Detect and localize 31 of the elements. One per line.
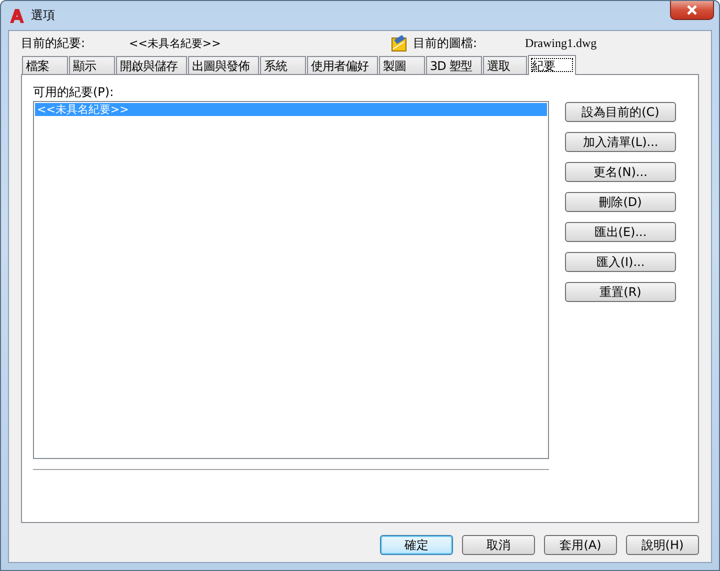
- close-icon: [687, 5, 697, 15]
- action-button[interactable]: 匯入(I)...: [565, 252, 676, 272]
- drawing-file-icon: [391, 34, 407, 52]
- action-button[interactable]: 設為目前的(C): [565, 102, 676, 122]
- tab[interactable]: 製圖: [379, 56, 425, 74]
- tab[interactable]: 紀要: [528, 55, 576, 75]
- current-drawing-value: Drawing1.dwg: [525, 36, 597, 50]
- action-button[interactable]: 匯出(E)...: [565, 222, 676, 242]
- dialog-button[interactable]: 確定: [380, 535, 453, 555]
- close-button[interactable]: [670, 1, 714, 20]
- action-button[interactable]: 刪除(D): [565, 192, 676, 212]
- action-button[interactable]: 加入清單(L)...: [565, 132, 676, 152]
- profiles-label: 可用的紀要(P):: [33, 84, 115, 101]
- dialog-button[interactable]: 取消: [462, 535, 535, 555]
- dialog-button[interactable]: 套用(A): [544, 535, 617, 555]
- tab[interactable]: 出圖與發佈: [188, 56, 259, 74]
- tab[interactable]: 選取: [483, 56, 527, 74]
- tab[interactable]: 3D 塑型: [426, 56, 482, 74]
- action-button[interactable]: 重置(R): [565, 282, 676, 302]
- tab[interactable]: 檔案: [22, 56, 68, 74]
- action-button[interactable]: 更名(N)...: [565, 162, 676, 182]
- dialog-button[interactable]: 說明(H): [626, 535, 699, 555]
- current-profile-label: 目前的紀要:: [21, 34, 86, 52]
- tab[interactable]: 顯示: [69, 56, 115, 74]
- tab[interactable]: 開啟與儲存: [116, 56, 187, 74]
- window-title: 選項: [31, 7, 55, 24]
- tab[interactable]: 使用者偏好: [307, 56, 378, 74]
- tab[interactable]: 系統: [260, 56, 306, 74]
- current-drawing-label: 目前的圖檔:: [413, 34, 478, 52]
- letter-a-logo-icon: [9, 8, 25, 24]
- current-profile-value: <<未具名紀要>>: [129, 36, 222, 50]
